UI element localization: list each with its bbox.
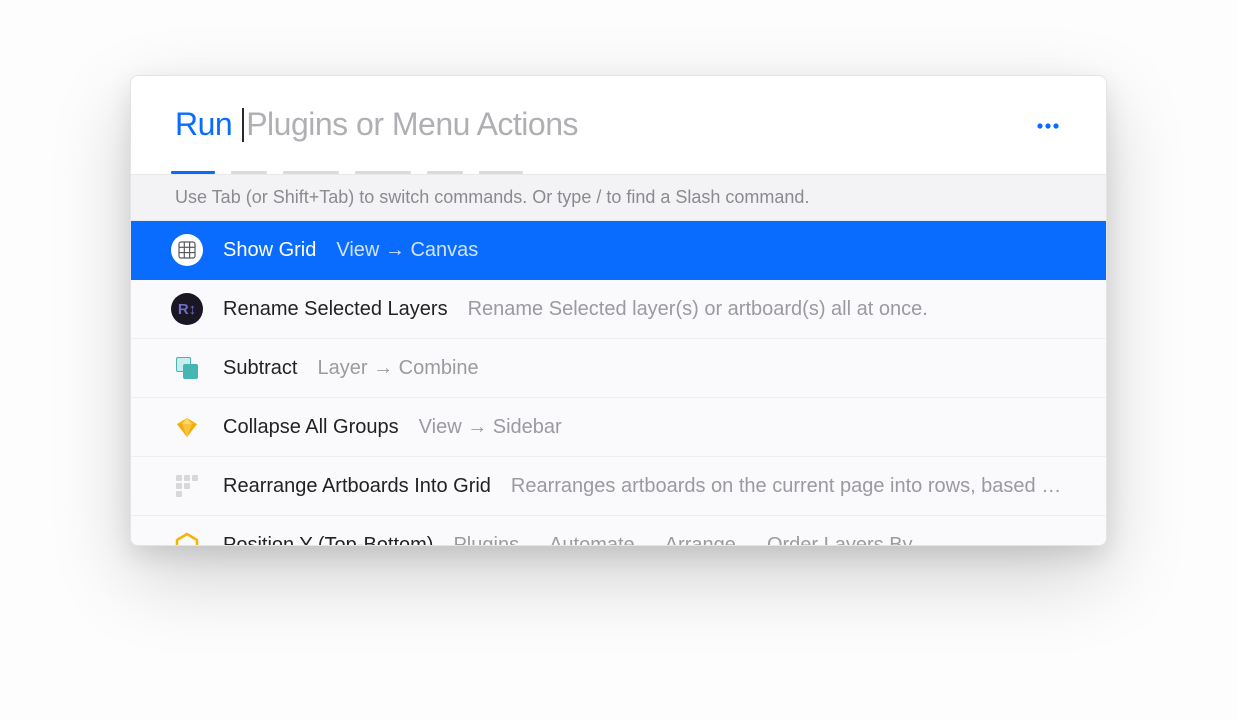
subtract-icon bbox=[171, 352, 203, 384]
grid-icon bbox=[171, 234, 203, 266]
result-row[interactable]: Collapse All Groups View → Sidebar bbox=[131, 398, 1106, 457]
command-palette: Run Plugins or Menu Actions Use Tab (or … bbox=[130, 75, 1107, 546]
hexagon-icon bbox=[171, 529, 203, 545]
result-description: Rename Selected layer(s) or artboard(s) … bbox=[468, 298, 1066, 321]
rename-plugin-icon: R↕ bbox=[171, 293, 203, 325]
command-tab-indicator[interactable] bbox=[231, 171, 267, 174]
command-tab-indicator[interactable] bbox=[283, 171, 339, 174]
result-row[interactable]: Show Grid View → Canvas bbox=[131, 221, 1106, 280]
result-row[interactable]: Rearrange Artboards Into Grid Rearranges … bbox=[131, 457, 1106, 516]
result-description: Layer → Combine bbox=[317, 357, 1066, 380]
command-tab-indicator[interactable] bbox=[355, 171, 411, 174]
dots-horizontal-icon bbox=[1037, 116, 1059, 134]
command-tab-indicator[interactable] bbox=[427, 171, 463, 174]
result-description: View → Sidebar bbox=[419, 416, 1066, 439]
command-placeholder: Plugins or Menu Actions bbox=[246, 108, 578, 140]
command-tab-indicator[interactable] bbox=[479, 171, 523, 174]
rearrange-grid-icon bbox=[171, 470, 203, 502]
hint-bar: Use Tab (or Shift+Tab) to switch command… bbox=[131, 174, 1106, 221]
result-title: Rename Selected Layers bbox=[223, 298, 448, 321]
result-title: Subtract bbox=[223, 357, 297, 380]
command-tab-strip bbox=[171, 171, 523, 174]
result-row[interactable]: R↕ Rename Selected Layers Rename Selected … bbox=[131, 280, 1106, 339]
result-row[interactable]: Position Y (Top-Bottom) Plugins → Automat… bbox=[131, 516, 1106, 545]
palette-header: Run Plugins or Menu Actions bbox=[131, 76, 1106, 174]
result-description: Plugins → Automate → Arrange → Order Lay… bbox=[453, 534, 1066, 546]
text-cursor bbox=[242, 108, 244, 142]
sketch-diamond-icon bbox=[171, 411, 203, 443]
result-description: View → Canvas bbox=[336, 239, 1066, 262]
results-list: Show Grid View → Canvas R↕ Rename Selected … bbox=[131, 221, 1106, 545]
result-description: Rearranges artboards on the current page… bbox=[511, 475, 1066, 498]
result-row[interactable]: Subtract Layer → Combine bbox=[131, 339, 1106, 398]
command-tab-indicator[interactable] bbox=[171, 171, 215, 174]
result-title: Position Y (Top-Bottom) bbox=[223, 534, 433, 546]
result-title: Show Grid bbox=[223, 239, 316, 262]
command-input[interactable]: Run Plugins or Menu Actions bbox=[175, 108, 1034, 142]
more-options-button[interactable] bbox=[1034, 111, 1062, 139]
result-title: Rearrange Artboards Into Grid bbox=[223, 475, 491, 498]
command-prefix: Run bbox=[175, 108, 232, 140]
result-title: Collapse All Groups bbox=[223, 416, 399, 439]
